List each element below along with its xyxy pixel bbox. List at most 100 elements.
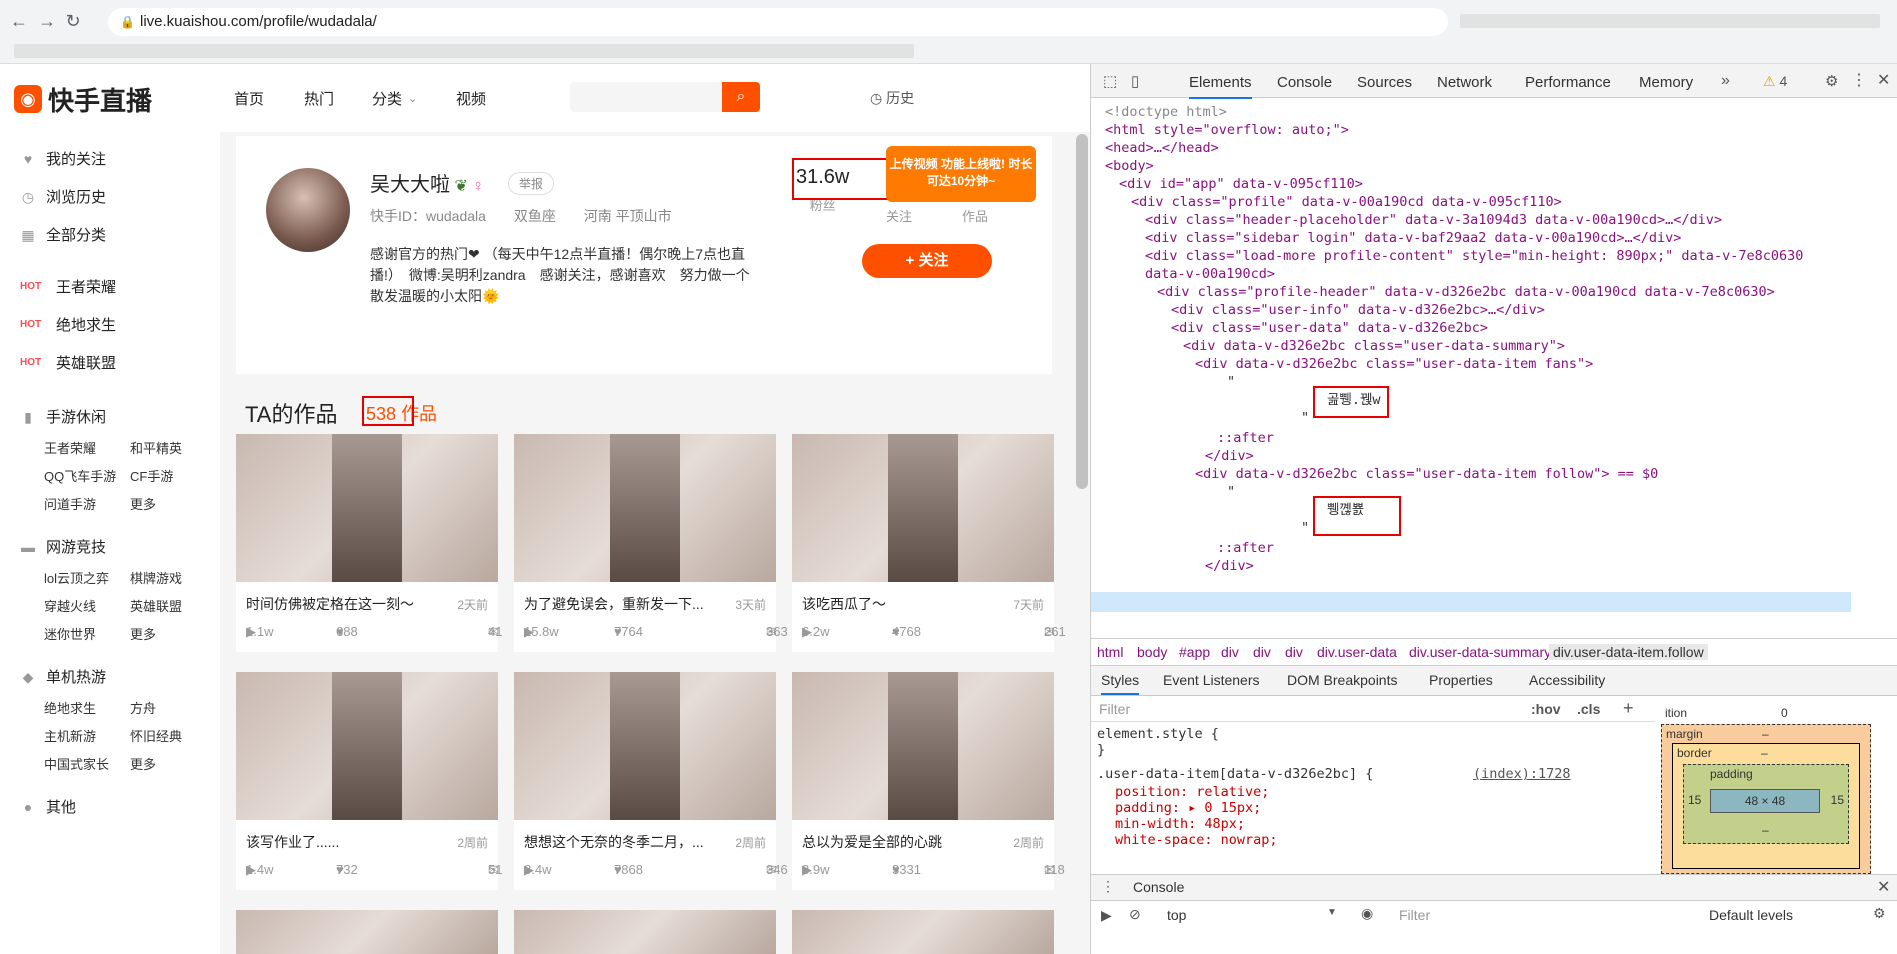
sidebar-subitem[interactable]: 问道手游 bbox=[44, 494, 96, 513]
breadcrumb-item[interactable]: div bbox=[1253, 644, 1271, 660]
follow-button[interactable]: + 关注 bbox=[862, 244, 992, 278]
dom-node[interactable]: <html style="overflow: auto;"> bbox=[1105, 120, 1349, 140]
sidebar-item-following[interactable]: ♥ 我的关注 bbox=[20, 148, 106, 169]
drawer-menu-icon[interactable]: ⋮ bbox=[1101, 878, 1115, 895]
tab-event-listeners[interactable]: Event Listeners bbox=[1163, 672, 1260, 688]
sidebar-item-history[interactable]: ◷ 浏览历史 bbox=[20, 186, 106, 207]
sidebar-subitem[interactable]: CF手游 bbox=[130, 466, 173, 485]
dom-node[interactable]: <!doctype html> bbox=[1105, 102, 1227, 122]
page-scrollbar[interactable] bbox=[1076, 134, 1088, 489]
sidebar-subitem[interactable]: 穿越火线 bbox=[44, 596, 96, 615]
dom-node[interactable]: </div> bbox=[1205, 556, 1254, 576]
video-card[interactable] bbox=[514, 910, 776, 954]
tab-accessibility[interactable]: Accessibility bbox=[1529, 672, 1605, 688]
more-tabs-icon[interactable]: » bbox=[1721, 72, 1730, 90]
dom-node[interactable]: <head>…</head> bbox=[1105, 138, 1219, 158]
tab-styles[interactable]: Styles bbox=[1101, 672, 1140, 695]
nav-video[interactable]: 视频 bbox=[456, 88, 486, 109]
add-rule-icon[interactable]: + bbox=[1623, 698, 1634, 719]
tab-performance[interactable]: Performance bbox=[1525, 74, 1611, 91]
sidebar-subitem[interactable]: 绝地求生 bbox=[44, 698, 96, 717]
close-icon[interactable]: ✕ bbox=[1877, 70, 1890, 90]
breadcrumb-item-current[interactable]: div.user-data-item.follow bbox=[1549, 644, 1708, 660]
dom-node[interactable]: <div class="user-data" data-v-d326e2bc> bbox=[1171, 318, 1488, 338]
cls-button[interactable]: .cls bbox=[1577, 701, 1600, 717]
breadcrumb-item[interactable]: div bbox=[1221, 644, 1239, 660]
clear-console-icon[interactable]: ⊘ bbox=[1129, 906, 1141, 923]
dom-node[interactable]: <div data-v-d326e2bc class="user-data-su… bbox=[1183, 336, 1565, 356]
tab-dom-breakpoints[interactable]: DOM Breakpoints bbox=[1287, 672, 1397, 688]
address-bar[interactable]: 🔒 live.kuaishou.com/profile/wudadala/ bbox=[108, 8, 1448, 36]
video-card[interactable]: 为了避免误会，重新发一下... 3天前 ▶ 15.8w ♥ 7764 ✉ 363 bbox=[514, 434, 788, 652]
sidebar-more[interactable]: 更多 bbox=[130, 754, 156, 773]
hov-button[interactable]: :hov bbox=[1531, 701, 1561, 717]
sidebar-subitem[interactable]: QQ飞车手游 bbox=[44, 466, 116, 485]
log-levels-select[interactable]: Default levels bbox=[1709, 907, 1793, 923]
settings-icon[interactable]: ⚙ bbox=[1825, 72, 1838, 90]
tab-network[interactable]: Network bbox=[1437, 74, 1492, 91]
dom-node[interactable]: <div data-v-d326e2bc class="user-data-it… bbox=[1195, 354, 1593, 374]
video-card[interactable]: 时间仿佛被定格在这一刻～ 2天前 ▶ 1.1w ♥ 688 ✉ 41 bbox=[236, 434, 502, 652]
breadcrumb-item[interactable]: div.user-data bbox=[1317, 644, 1397, 660]
forward-icon[interactable]: → bbox=[36, 10, 58, 32]
dom-node[interactable]: <body> bbox=[1105, 156, 1154, 176]
breadcrumb-item[interactable]: div bbox=[1285, 644, 1303, 660]
sidebar-hot-item[interactable]: HOT 英雄联盟 bbox=[20, 352, 116, 373]
dom-node[interactable]: <div class="header-placeholder" data-v-3… bbox=[1145, 210, 1722, 230]
nav-category[interactable]: 分类 bbox=[372, 88, 402, 109]
style-rule-selector[interactable]: .user-data-item[data-v-d326e2bc] { bbox=[1097, 764, 1373, 784]
dom-node[interactable]: <div class="load-more profile-content" s… bbox=[1145, 246, 1803, 266]
styles-filter-input[interactable]: Filter bbox=[1099, 701, 1130, 717]
dom-node[interactable]: <div id="app" data-v-095cf110> bbox=[1119, 174, 1363, 194]
sidebar-item-other[interactable]: ● 其他 bbox=[20, 796, 76, 817]
video-card[interactable]: 想想这个无奈的冬季二月，... 2周前 ▶ 8.4w ♥ 7868 ✉ 346 bbox=[514, 672, 788, 890]
video-card[interactable] bbox=[792, 910, 1054, 954]
warning-counter[interactable]: ⚠ 4 bbox=[1763, 73, 1787, 90]
reload-icon[interactable]: ↻ bbox=[62, 10, 84, 32]
back-icon[interactable]: ← bbox=[8, 10, 30, 32]
sidebar-subitem[interactable]: 方舟 bbox=[130, 698, 156, 717]
report-button[interactable]: 举报 bbox=[508, 172, 555, 195]
console-filter-input[interactable]: Filter bbox=[1399, 907, 1430, 923]
sidebar-item-categories[interactable]: ▦ 全部分类 bbox=[20, 224, 106, 245]
dom-node[interactable]: <div class="user-info" data-v-d326e2bc>…… bbox=[1171, 300, 1545, 320]
upload-promo-banner[interactable]: 上传视频 功能上线啦! 时长可达10分钟~ bbox=[886, 146, 1036, 202]
history-link[interactable]: ◷ 历史 bbox=[870, 88, 914, 108]
settings-icon[interactable]: ⚙ bbox=[1873, 905, 1886, 922]
sidebar-group-title[interactable]: ▮ 手游休闲 bbox=[20, 406, 106, 427]
sidebar-group-title[interactable]: ▬ 网游竞技 bbox=[20, 536, 106, 557]
style-declaration[interactable]: white-space: nowrap; bbox=[1115, 830, 1278, 850]
video-card[interactable]: 该吃西瓜了～ 7天前 ▶ 6.2w ♥ 4768 ✉ 261 bbox=[792, 434, 1066, 652]
nav-home[interactable]: 首页 bbox=[234, 88, 264, 109]
context-select[interactable]: top bbox=[1167, 907, 1186, 923]
sidebar-subitem[interactable]: 主机新游 bbox=[44, 726, 96, 745]
breadcrumb-item[interactable]: html bbox=[1097, 644, 1123, 660]
menu-icon[interactable]: ⋮ bbox=[1851, 70, 1867, 90]
sidebar-hot-item[interactable]: HOT 王者荣耀 bbox=[20, 276, 116, 297]
tab-properties[interactable]: Properties bbox=[1429, 672, 1493, 688]
style-rule-selector[interactable]: element.style { bbox=[1097, 724, 1219, 744]
nav-hot[interactable]: 热门 bbox=[304, 88, 334, 109]
search-button[interactable]: ⌕ bbox=[722, 82, 760, 112]
video-card[interactable] bbox=[236, 910, 498, 954]
eye-icon[interactable]: ◉ bbox=[1361, 905, 1373, 922]
sidebar-subitem[interactable]: 怀旧经典 bbox=[130, 726, 182, 745]
video-card[interactable]: 该写作业了...... 2周前 ▶ 1.4w ♥ 732 ✉ 51 bbox=[236, 672, 502, 890]
sidebar-group-title[interactable]: ◆ 单机热游 bbox=[20, 666, 106, 687]
sidebar-subitem[interactable]: 和平精英 bbox=[130, 438, 182, 457]
avatar[interactable] bbox=[266, 168, 350, 252]
inspect-icon[interactable]: ⬚ bbox=[1103, 72, 1117, 90]
tab-console[interactable]: Console bbox=[1277, 74, 1332, 91]
dom-node-selected[interactable]: <div data-v-d326e2bc class="user-data-it… bbox=[1195, 464, 1658, 484]
sidebar-more[interactable]: 更多 bbox=[130, 624, 156, 643]
dom-pseudo[interactable]: ::after bbox=[1217, 428, 1274, 448]
device-toggle-icon[interactable]: ▯ bbox=[1131, 72, 1139, 90]
sidebar-subitem[interactable]: lol云顶之弈 bbox=[44, 568, 109, 587]
sidebar-toggle-icon[interactable]: ▶ bbox=[1101, 907, 1112, 924]
tab-memory[interactable]: Memory bbox=[1639, 74, 1693, 91]
sidebar-more[interactable]: 更多 bbox=[130, 494, 156, 513]
tab-console-drawer[interactable]: Console bbox=[1133, 879, 1184, 895]
dom-pseudo[interactable]: ::after bbox=[1217, 538, 1274, 558]
style-source-link[interactable]: (index):1728 bbox=[1473, 764, 1571, 784]
breadcrumb-item[interactable]: div.user-data-summary bbox=[1409, 644, 1551, 660]
